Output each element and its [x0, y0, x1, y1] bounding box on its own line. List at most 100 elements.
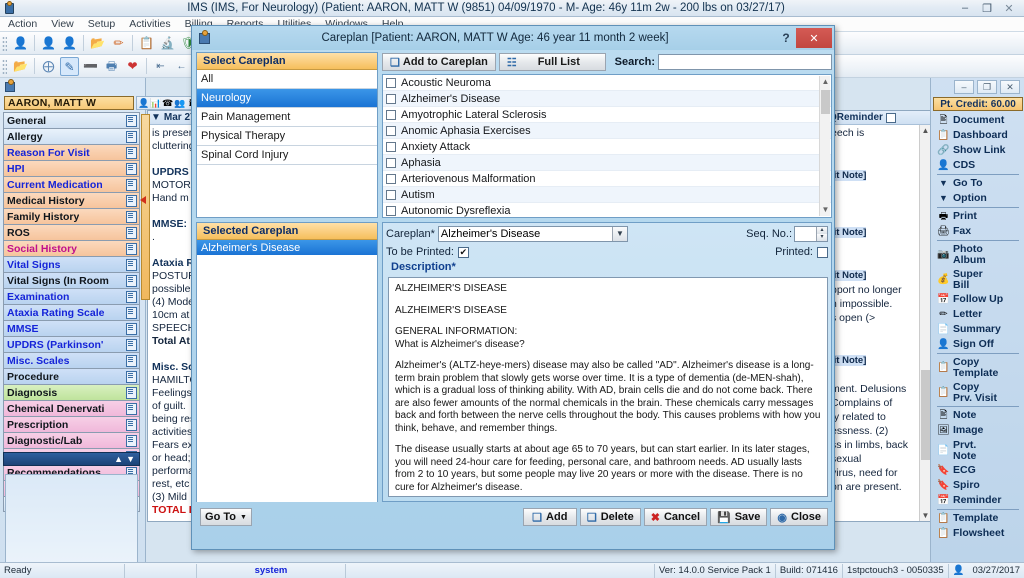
phone-icon[interactable]: ☎ [162, 97, 173, 109]
list-detail-icon[interactable] [125, 146, 137, 159]
scrollbar-thumb[interactable] [921, 370, 930, 460]
go-to-button[interactable]: Go To ▼ [200, 508, 252, 526]
toolbar-grip[interactable] [2, 58, 7, 74]
list-detail-icon[interactable] [125, 322, 137, 335]
menu-action[interactable]: Action [8, 18, 37, 30]
heart-icon[interactable]: ❤ [123, 57, 142, 76]
list-detail-icon[interactable] [125, 178, 137, 191]
stepper-up-icon[interactable]: ▴ [816, 227, 827, 234]
list-detail-icon[interactable] [125, 386, 137, 399]
action-item-sign-off[interactable]: 👤 Sign Off [935, 337, 1021, 352]
list-detail-icon[interactable] [125, 354, 137, 367]
add-button[interactable]: ❏ Add [522, 508, 577, 526]
chevron-down-icon[interactable]: ▼ [240, 514, 247, 521]
note-collapse-icon[interactable]: ▼ [151, 112, 161, 123]
list-detail-icon[interactable] [125, 402, 137, 415]
careplan-category-item[interactable]: Spinal Cord Injury [197, 146, 377, 165]
careplan-list-item[interactable]: Acoustic Neuroma [383, 75, 831, 91]
action-item-super-bill[interactable]: 💰 Super Bill [935, 267, 1021, 292]
careplan-category-item[interactable]: All [197, 70, 377, 89]
sidebar-item-ros[interactable]: ROS [3, 224, 140, 240]
patient-add-icon[interactable]: 👤 [39, 34, 58, 53]
list-detail-icon[interactable] [125, 162, 137, 175]
action-item-reminder[interactable]: 📅 Reminder [935, 493, 1021, 508]
action-item-flowsheet[interactable]: 📋 Flowsheet [935, 526, 1021, 541]
careplan-item-checkbox[interactable] [386, 93, 396, 104]
edit-record-icon[interactable]: ✎ [60, 56, 79, 76]
sidebar-item-chemical-denervati[interactable]: Chemical Denervati [3, 400, 140, 416]
scroll-up-icon[interactable]: ▲ [820, 76, 831, 88]
toolbar-grip[interactable] [2, 35, 7, 51]
patient-name-field[interactable]: AARON, MATT W [4, 96, 134, 110]
mdi-minimize-button[interactable]: – [954, 80, 974, 94]
sidebar-item-diagnostic-lab[interactable]: Diagnostic/Lab [3, 432, 140, 448]
careplan-category-item[interactable]: Pain Management [197, 108, 377, 127]
scroll-up-icon[interactable]: ▲ [920, 125, 930, 136]
action-item-note[interactable]: 🖹 Note [935, 408, 1021, 423]
scroll-down-icon[interactable]: ▼ [920, 510, 930, 521]
note-right-scrollbar[interactable]: ▲ ▼ [919, 125, 930, 521]
list-detail-icon[interactable] [125, 434, 137, 447]
dialog-close-button[interactable]: ✕ [796, 28, 832, 48]
action-item-letter[interactable]: ✏ Letter [935, 307, 1021, 322]
list-detail-icon[interactable] [125, 258, 137, 271]
description-textarea[interactable]: ALZHEIMER'S DISEASE ALZHEIMER'S DISEASE GE… [388, 277, 828, 497]
delete-record-icon[interactable]: ➖ [81, 57, 100, 76]
careplan-item-checkbox[interactable] [386, 77, 396, 88]
careplan-item-checkbox[interactable] [386, 109, 396, 120]
action-item-template[interactable]: 📋 Template [935, 511, 1021, 526]
cancel-button[interactable]: ✖ Cancel [643, 508, 708, 526]
scroll-down-icon[interactable]: ▼ [820, 204, 831, 216]
scrollbar-thumb[interactable] [821, 90, 830, 114]
careplan-item-checkbox[interactable] [386, 205, 396, 216]
nav-scroll-down-icon[interactable]: ▼ [126, 454, 135, 464]
mdi-close-button[interactable]: ✕ [1000, 80, 1020, 94]
list-detail-icon[interactable] [125, 114, 137, 127]
person-icon[interactable]: 👤 [138, 97, 149, 109]
search-input[interactable] [658, 54, 832, 70]
sidebar-item-diagnosis[interactable]: Diagnosis [3, 384, 140, 400]
sidebar-item-updrs-parkinson[interactable]: UPDRS (Parkinson' [3, 336, 140, 352]
folder-open-icon[interactable]: 📂 [88, 34, 107, 53]
list-detail-icon[interactable] [125, 290, 137, 303]
list-detail-icon[interactable] [125, 130, 137, 143]
careplan-category-item[interactable]: Neurology [197, 89, 377, 108]
sidebar-item-social-history[interactable]: Social History [3, 240, 140, 256]
action-item-fax[interactable]: 🖨 Fax [935, 224, 1021, 239]
full-list-button[interactable]: ☷ Full List [498, 53, 606, 71]
printed-checkbox[interactable] [817, 246, 828, 258]
action-item-prvt-note[interactable]: 📄 Prvt. Note [935, 438, 1021, 463]
sidebar-item-hpi[interactable]: HPI [3, 160, 140, 176]
sidebar-item-medical-history[interactable]: Medical History [3, 192, 140, 208]
list-detail-icon[interactable] [125, 306, 137, 319]
first-icon[interactable]: ⇤ [151, 57, 170, 76]
action-item-summary[interactable]: 📄 Summary [935, 322, 1021, 337]
chart-icon[interactable]: 📊 [150, 97, 161, 109]
qreminder-checkbox[interactable] [885, 112, 896, 123]
patient-check-icon[interactable]: 👤 [60, 34, 79, 53]
help-icon[interactable]: ? [776, 31, 796, 45]
delete-button[interactable]: ❏ Delete [579, 508, 641, 526]
careplan-item-checkbox[interactable] [386, 157, 396, 168]
careplan-list-item[interactable]: Aphasia [383, 155, 831, 171]
sidebar-item-allergy[interactable]: Allergy [3, 128, 140, 144]
selected-careplan-item[interactable]: Alzheimer's Disease [197, 240, 377, 255]
careplan-list-item[interactable]: Alzheimer's Disease [383, 91, 831, 107]
stepper-down-icon[interactable]: ▾ [816, 234, 827, 241]
edit-note-icon[interactable]: ✏ [109, 34, 128, 53]
sidebar-item-ataxia-rating-scale[interactable]: Ataxia Rating Scale [3, 304, 140, 320]
action-item-option[interactable]: ▼ Option [935, 191, 1021, 206]
add-record-icon[interactable]: ⨁ [39, 57, 58, 76]
list-detail-icon[interactable] [125, 274, 137, 287]
menu-activities[interactable]: Activities [129, 18, 170, 30]
list-detail-icon[interactable] [125, 370, 137, 383]
careplan-list-item[interactable]: Autism [383, 187, 831, 203]
chevron-down-icon[interactable]: ▼ [611, 227, 627, 241]
menu-view[interactable]: View [51, 18, 74, 30]
left-panel-scrollbar[interactable] [141, 114, 150, 300]
sidebar-item-mmse[interactable]: MMSE [3, 320, 140, 336]
action-item-image[interactable]: 🖼 Image [935, 423, 1021, 438]
mdi-restore-button[interactable]: ❐ [977, 80, 997, 94]
list-detail-icon[interactable] [125, 338, 137, 351]
sidebar-item-procedure[interactable]: Procedure [3, 368, 140, 384]
